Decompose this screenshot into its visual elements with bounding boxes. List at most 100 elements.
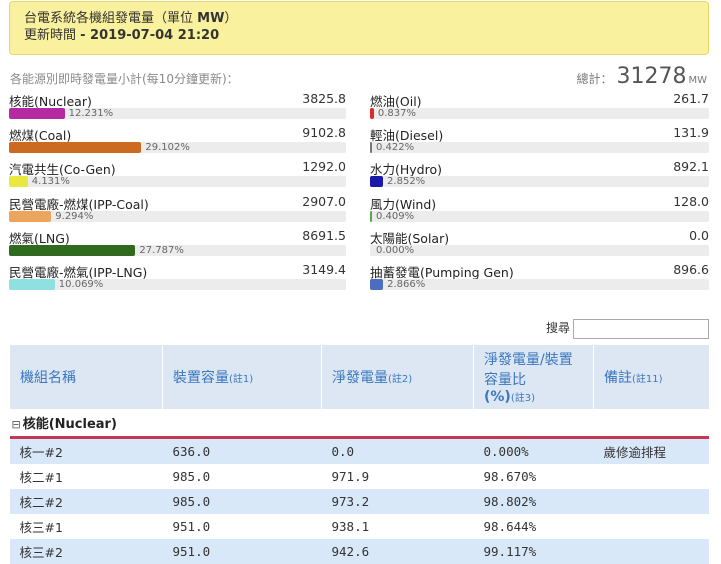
cell-unit: 核二#1 xyxy=(9,464,163,489)
summary-subtitle: 各能源別即時發電量小計(每10分鐘更新)： xyxy=(10,72,239,86)
cell-output: 942.6 xyxy=(321,539,474,564)
source-bar-fill xyxy=(9,142,142,154)
update-time: 更新時間 - 2019-07-04 21:20 xyxy=(24,28,220,43)
energy-source-item: 輕油(Diesel) 131.9 0.422% xyxy=(370,125,709,159)
source-bar-fill xyxy=(370,279,384,290)
col-remarks[interactable]: 備註(註11) xyxy=(593,345,709,409)
cell-capacity: 951.0 xyxy=(162,514,322,539)
source-value: 0.0 xyxy=(689,227,709,243)
source-percent: 9.294% xyxy=(55,210,94,222)
source-bar-track xyxy=(370,210,709,222)
total-value: 31278 xyxy=(616,64,687,89)
source-name: 民營電廠-燃煤(IPP-Coal) xyxy=(9,196,149,212)
cell-capacity: 985.0 xyxy=(162,489,322,514)
cell-ratio: 98.802% xyxy=(473,489,594,514)
source-value: 261.7 xyxy=(673,91,709,106)
cell-ratio: 99.117% xyxy=(473,539,594,564)
table-row[interactable]: 核三#1 951.0 938.1 98.644% xyxy=(9,514,709,539)
cell-remark xyxy=(593,514,709,539)
source-name: 風力(Wind) xyxy=(370,196,437,212)
energy-source-item: 太陽能(Solar) 0.0 0.000% xyxy=(370,228,709,262)
source-percent: 2.852% xyxy=(387,176,426,188)
source-percent: 0.837% xyxy=(377,108,416,119)
energy-source-item: 水力(Hydro) 892.1 2.852% xyxy=(370,159,709,193)
cell-ratio: 98.644% xyxy=(473,514,594,539)
source-percent: 0.409% xyxy=(376,210,415,222)
energy-source-item: 民營電廠-燃煤(IPP-Coal) 2907.0 9.294% xyxy=(9,194,346,228)
group-row-nuclear[interactable]: ⊟ 核能(Nuclear) xyxy=(9,409,709,439)
col-net-output[interactable]: 淨發電量(註2) xyxy=(321,345,474,409)
energy-source-item: 燃油(Oil) 261.7 0.837% xyxy=(370,91,709,125)
source-percent: 4.131% xyxy=(31,176,70,188)
source-value: 9102.8 xyxy=(302,125,346,141)
cell-output: 973.2 xyxy=(321,489,474,514)
source-value: 3149.4 xyxy=(302,262,346,277)
cell-output: 971.9 xyxy=(321,464,474,489)
source-bar-fill xyxy=(9,176,28,188)
source-value: 131.9 xyxy=(673,125,709,141)
source-bar-track xyxy=(370,142,709,154)
table-row[interactable]: 核二#1 985.0 971.9 98.670% xyxy=(9,464,709,489)
source-percent: 27.787% xyxy=(139,244,184,256)
source-bar-fill xyxy=(370,176,384,188)
source-value: 8691.5 xyxy=(302,227,346,243)
total-output: 總計： 31278 MW xyxy=(576,64,707,89)
group-name: 核能(Nuclear) xyxy=(22,417,117,432)
generator-table: 機組名稱 裝置容量(註1) 淨發電量(註2) 淨發電量/裝置容量比 (%)(註3)… xyxy=(9,345,709,564)
source-value: 2907.0 xyxy=(302,193,346,209)
total-unit: MW xyxy=(688,75,707,86)
source-percent: 0.000% xyxy=(376,244,415,256)
source-bar-fill xyxy=(9,279,55,290)
energy-source-item: 民營電廠-燃氣(IPP-LNG) 3149.4 10.069% xyxy=(9,262,346,296)
cell-remark xyxy=(593,489,709,514)
source-bar-fill xyxy=(9,210,52,222)
source-bar-fill xyxy=(370,210,372,222)
source-percent: 12.231% xyxy=(68,108,114,119)
source-bar-track xyxy=(370,244,709,256)
source-percent: 29.102% xyxy=(145,142,190,154)
cell-unit: 核二#2 xyxy=(9,489,163,514)
col-output-ratio[interactable]: 淨發電量/裝置容量比 (%)(註3) xyxy=(473,345,594,409)
col-unit-name[interactable]: 機組名稱 xyxy=(9,345,163,409)
collapse-icon[interactable]: ⊟ xyxy=(12,418,21,431)
source-value: 128.0 xyxy=(673,193,709,209)
source-percent: 10.069% xyxy=(58,279,104,290)
cell-unit: 核三#1 xyxy=(9,514,163,539)
col-capacity[interactable]: 裝置容量(註1) xyxy=(162,345,322,409)
source-value: 892.1 xyxy=(673,159,709,175)
table-row[interactable]: 核一#2 636.0 0.0 0.000% 歲修逾排程 xyxy=(9,437,709,464)
source-percent: 2.866% xyxy=(387,279,426,290)
source-value: 896.6 xyxy=(673,262,709,277)
energy-source-item: 燃氣(LNG) 8691.5 27.787% xyxy=(9,228,346,262)
search-input[interactable] xyxy=(573,319,709,339)
cell-remark: 歲修逾排程 xyxy=(593,437,709,464)
cell-output: 0.0 xyxy=(321,437,474,464)
cell-output: 938.1 xyxy=(321,514,474,539)
cell-capacity: 985.0 xyxy=(162,464,322,489)
cell-remark xyxy=(593,539,709,564)
energy-source-item: 核能(Nuclear) 3825.8 12.231% xyxy=(9,91,346,125)
table-header-row: 機組名稱 裝置容量(註1) 淨發電量(註2) 淨發電量/裝置容量比 (%)(註3)… xyxy=(9,345,709,409)
cell-capacity: 951.0 xyxy=(162,539,322,564)
cell-unit: 核三#2 xyxy=(9,539,163,564)
source-bar-track xyxy=(9,108,346,119)
cell-ratio: 0.000% xyxy=(473,437,594,464)
cell-remark xyxy=(593,464,709,489)
table-row[interactable]: 核二#2 985.0 973.2 98.802% xyxy=(9,489,709,514)
source-percent: 0.422% xyxy=(376,142,415,154)
source-bar-fill xyxy=(370,108,374,119)
cell-unit: 核一#2 xyxy=(9,437,163,464)
table-row[interactable]: 核三#2 951.0 942.6 99.117% xyxy=(9,539,709,564)
source-bar-track xyxy=(370,108,709,119)
total-label: 總計： xyxy=(576,72,613,86)
source-bar-fill xyxy=(9,108,65,119)
energy-source-item: 汽電共生(Co-Gen) 1292.0 4.131% xyxy=(9,159,346,193)
cell-ratio: 98.670% xyxy=(473,464,594,489)
source-name: 燃氣(LNG) xyxy=(9,230,70,246)
page-title: 台電系統各機組發電量（單位 MW） xyxy=(24,11,238,26)
cell-capacity: 636.0 xyxy=(162,437,322,464)
source-value: 3825.8 xyxy=(302,91,346,106)
energy-source-item: 抽蓄發電(Pumping Gen) 896.6 2.866% xyxy=(370,262,709,296)
source-name: 太陽能(Solar) xyxy=(370,230,450,246)
source-value: 1292.0 xyxy=(302,159,346,175)
